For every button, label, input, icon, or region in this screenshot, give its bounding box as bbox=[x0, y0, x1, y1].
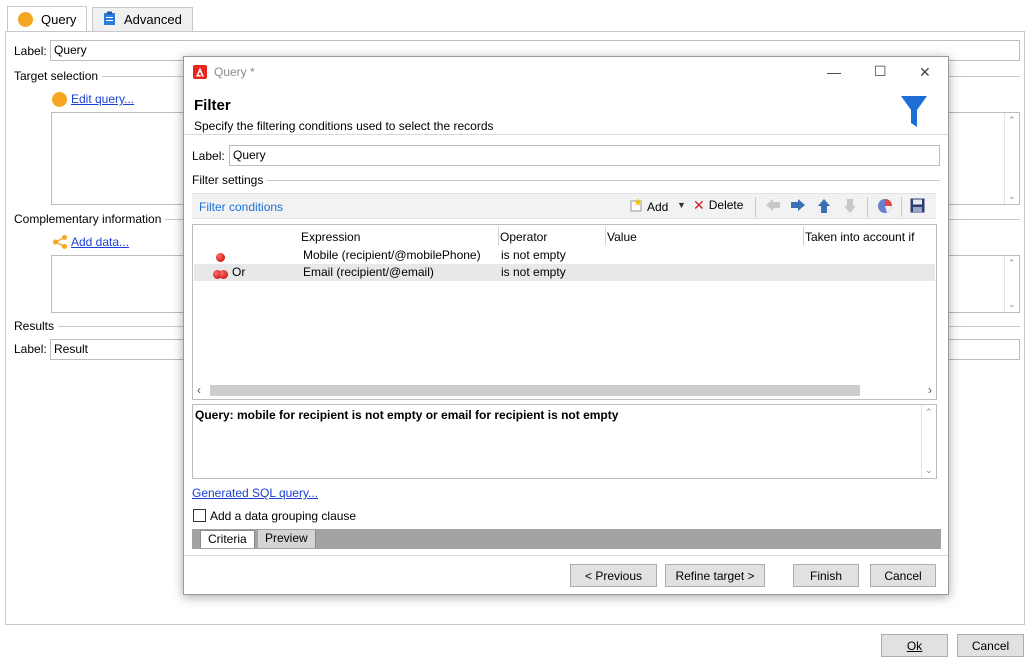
maximize-icon[interactable]: ☐ bbox=[874, 63, 887, 80]
filter-dialog: Query * — ☐ ✕ Filter Specify the filteri… bbox=[183, 56, 949, 595]
add-button[interactable]: Add bbox=[629, 198, 668, 215]
edit-query-icon bbox=[52, 92, 67, 107]
table-row[interactable]: Or Email (recipient/@email) is not empty bbox=[194, 264, 935, 281]
add-data-link[interactable]: Add data... bbox=[71, 235, 129, 249]
target-selection-title: Target selection bbox=[14, 69, 103, 83]
column-expression[interactable]: Expression bbox=[301, 230, 360, 244]
column-separator bbox=[498, 227, 499, 245]
filter-conditions-label: Filter conditions bbox=[199, 200, 284, 214]
dialog-subheading: Specify the filtering conditions used to… bbox=[194, 119, 494, 133]
query-summary-scrollbar[interactable]: ⌃ ⌄ bbox=[921, 405, 936, 478]
share-icon bbox=[52, 234, 68, 253]
scroll-down-icon: ⌄ bbox=[925, 465, 933, 475]
minimize-icon[interactable]: — bbox=[827, 64, 841, 80]
add-button-label: Add bbox=[647, 199, 669, 214]
generated-sql-link[interactable]: Generated SQL query... bbox=[192, 486, 318, 500]
row-operator: is not empty bbox=[501, 265, 566, 279]
dialog-heading: Filter bbox=[194, 97, 231, 114]
scroll-down-icon: ⌄ bbox=[1008, 191, 1016, 201]
refine-target-button[interactable]: Refine target > bbox=[665, 564, 765, 587]
tab-criteria[interactable]: Criteria bbox=[200, 530, 255, 548]
table-row[interactable]: Mobile (recipient/@mobilePhone) is not e… bbox=[194, 247, 935, 264]
arrow-down-icon[interactable] bbox=[843, 198, 857, 214]
dialog-cancel-button-label: Cancel bbox=[884, 568, 922, 583]
column-separator bbox=[605, 227, 606, 245]
arrow-right-icon[interactable] bbox=[790, 198, 806, 212]
tab-advanced-label: Advanced bbox=[124, 12, 182, 27]
ok-button[interactable]: Ok bbox=[881, 634, 948, 657]
grouping-checkbox[interactable] bbox=[193, 509, 206, 522]
filter-settings-title: Filter settings bbox=[192, 173, 268, 187]
complementary-title: Complementary information bbox=[14, 212, 166, 226]
clipboard-icon bbox=[103, 11, 116, 29]
distribution-chart-icon[interactable] bbox=[877, 198, 893, 214]
add-icon bbox=[629, 198, 643, 215]
refine-target-button-label: Refine target > bbox=[675, 568, 755, 583]
arrow-up-icon[interactable] bbox=[817, 198, 831, 214]
row-prefix: Or bbox=[232, 265, 246, 279]
finish-button[interactable]: Finish bbox=[793, 564, 859, 587]
filter-toolbar: Filter conditions Add ▼ ✕ Delete bbox=[192, 193, 936, 219]
grid-horizontal-scrollbar[interactable]: ‹ › bbox=[194, 383, 935, 398]
column-separator bbox=[803, 227, 804, 245]
row-operator: is not empty bbox=[501, 248, 566, 262]
row-expression: Mobile (recipient/@mobilePhone) bbox=[303, 248, 481, 262]
dialog-cancel-button[interactable]: Cancel bbox=[870, 564, 936, 587]
double-red-dot-icon bbox=[213, 268, 228, 282]
dialog-label-caption: Label: bbox=[192, 149, 225, 163]
target-selection-scrollbar[interactable]: ⌃ ⌄ bbox=[1004, 113, 1019, 204]
dialog-header: Filter Specify the filtering conditions … bbox=[184, 87, 948, 135]
adobe-logo-icon bbox=[193, 65, 207, 79]
column-operator[interactable]: Operator bbox=[500, 230, 547, 244]
main-cancel-button-label: Cancel bbox=[971, 638, 1010, 653]
tab-query-label: Query bbox=[41, 12, 77, 27]
red-dot-icon bbox=[216, 251, 225, 265]
scroll-right-icon: › bbox=[928, 383, 932, 397]
tab-advanced[interactable]: Advanced bbox=[92, 7, 193, 31]
scroll-left-icon: ‹ bbox=[197, 383, 201, 397]
filter-funnel-icon bbox=[900, 95, 928, 132]
delete-button-label: Delete bbox=[708, 198, 744, 212]
finish-button-label: Finish bbox=[809, 568, 842, 583]
save-icon[interactable] bbox=[910, 198, 925, 213]
previous-button[interactable]: < Previous bbox=[570, 564, 657, 587]
add-dropdown-icon[interactable]: ▼ bbox=[677, 200, 686, 210]
orange-circle-icon bbox=[18, 12, 33, 27]
scroll-up-icon: ⌃ bbox=[925, 407, 933, 417]
scroll-up-icon: ⌃ bbox=[1008, 258, 1016, 268]
footer-separator bbox=[184, 555, 948, 556]
tab-preview[interactable]: Preview bbox=[258, 530, 316, 548]
query-summary-box: Query: mobile for recipient is not empty… bbox=[192, 404, 937, 479]
toolbar-separator bbox=[867, 197, 868, 217]
column-value[interactable]: Value bbox=[607, 230, 637, 244]
column-taken-into-account[interactable]: Taken into account if bbox=[805, 230, 914, 244]
delete-button[interactable]: ✕ Delete bbox=[693, 198, 743, 212]
filter-settings-line bbox=[192, 180, 940, 181]
edit-query-link[interactable]: Edit query... bbox=[71, 92, 134, 106]
main-cancel-button[interactable]: Cancel bbox=[957, 634, 1024, 657]
delete-x-icon: ✕ bbox=[693, 197, 705, 213]
results-label-caption: Label: bbox=[14, 342, 47, 356]
label-caption: Label: bbox=[14, 44, 47, 58]
conditions-grid: Expression Operator Value Taken into acc… bbox=[192, 224, 937, 400]
toolbar-separator bbox=[755, 197, 756, 217]
previous-button-label: < Previous bbox=[584, 568, 643, 583]
scroll-thumb[interactable] bbox=[210, 385, 860, 396]
close-icon[interactable]: ✕ bbox=[919, 64, 931, 81]
arrow-left-icon[interactable] bbox=[765, 198, 781, 212]
ok-button-label: Ok bbox=[906, 638, 923, 653]
dialog-label-input[interactable]: Query bbox=[229, 145, 940, 166]
dialog-titlebar[interactable]: Query * — ☐ ✕ bbox=[184, 57, 948, 87]
results-title: Results bbox=[14, 319, 59, 333]
grouping-checkbox-label: Add a data grouping clause bbox=[210, 509, 357, 523]
complementary-scrollbar[interactable]: ⌃ ⌄ bbox=[1004, 256, 1019, 312]
dialog-window-title: Query * bbox=[214, 65, 255, 79]
toolbar-separator bbox=[901, 197, 902, 217]
scroll-up-icon: ⌃ bbox=[1008, 115, 1016, 125]
query-summary-text: Query: mobile for recipient is not empty… bbox=[195, 408, 619, 422]
tab-query[interactable]: Query bbox=[7, 6, 88, 32]
bottom-tab-bar: Criteria Preview bbox=[192, 529, 941, 549]
scroll-down-icon: ⌄ bbox=[1008, 299, 1016, 309]
row-expression: Email (recipient/@email) bbox=[303, 265, 434, 279]
